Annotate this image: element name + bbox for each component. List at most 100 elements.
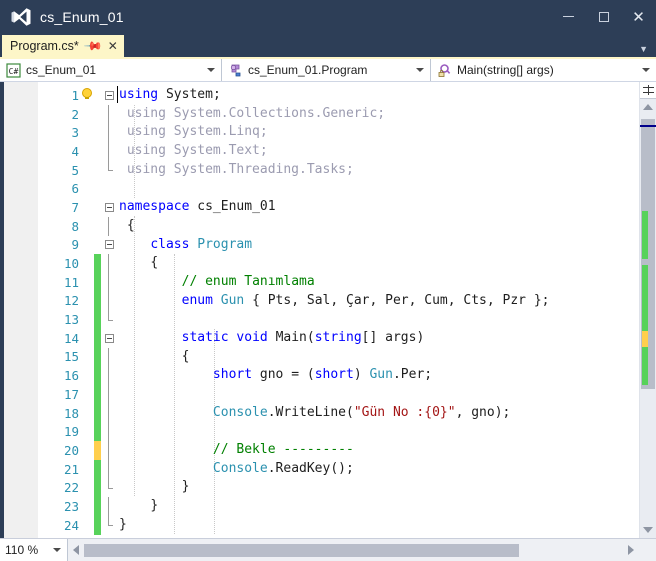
scroll-left-icon[interactable] <box>68 545 84 555</box>
member-dropdown[interactable]: Main(string[] args) <box>431 59 656 81</box>
code-line[interactable]: 11 // enum Tanımlama <box>38 272 639 292</box>
fold-margin <box>101 441 117 460</box>
close-icon[interactable]: ✕ <box>621 0 656 33</box>
code-text[interactable]: using System.Collections.Generic; <box>117 105 639 124</box>
tab-program-cs[interactable]: Program.cs* 📌 ✕ <box>2 35 124 57</box>
code-text[interactable]: { <box>117 254 639 273</box>
code-line[interactable]: 21 Console.ReadKey(); <box>38 459 639 479</box>
fold-toggle[interactable] <box>101 86 117 105</box>
text-caret <box>117 86 118 103</box>
chevron-down-icon[interactable] <box>53 548 61 552</box>
change-bar <box>94 422 101 442</box>
code-text[interactable]: // Bekle --------- <box>117 441 639 460</box>
code-line[interactable]: 16 short gno = (short) Gun.Per; <box>38 366 639 385</box>
code-line[interactable]: 3 using System.Linq; <box>38 123 639 143</box>
visual-studio-window: cs_Enum_01 ✕ Program.cs* 📌 ✕ ▼ C# cs_Enu… <box>0 0 656 561</box>
code-text[interactable]: Console.WriteLine("Gün No :{0}", gno); <box>117 404 639 423</box>
window-title: cs_Enum_01 <box>40 8 124 25</box>
code-surface[interactable]: 1 using System; 2 using System.Collections… <box>4 82 639 538</box>
change-bar <box>94 385 101 404</box>
code-line[interactable]: 24} <box>38 515 639 535</box>
code-line[interactable]: 7 namespace cs_Enum_01 <box>38 198 639 217</box>
code-line[interactable]: 12 enum Gun { Pts, Sal, Çar, Per, Cum, C… <box>38 291 639 311</box>
pin-icon[interactable]: 📌 <box>83 36 103 56</box>
chevron-down-icon[interactable] <box>642 68 650 72</box>
code-text[interactable]: { <box>117 217 639 236</box>
code-line[interactable]: 6 <box>38 179 639 198</box>
code-line[interactable]: 15 { <box>38 347 639 367</box>
line-number: 9 <box>71 237 79 253</box>
fold-toggle[interactable] <box>101 198 117 217</box>
horizontal-scrollbar[interactable] <box>68 539 639 561</box>
fold-margin <box>101 403 117 423</box>
tab-label: Program.cs* <box>10 39 79 53</box>
code-text[interactable]: } <box>117 516 639 535</box>
code-text[interactable]: // enum Tanımlama <box>117 273 639 292</box>
line-number: 21 <box>63 461 79 477</box>
code-line[interactable]: 1 using System; <box>38 86 639 105</box>
split-view-icon[interactable] <box>640 82 656 99</box>
code-text[interactable]: class Program <box>117 236 639 255</box>
code-line[interactable]: 9 class Program <box>38 236 639 255</box>
scroll-down-icon[interactable] <box>640 522 656 538</box>
code-text[interactable]: enum Gun { Pts, Sal, Çar, Per, Cum, Cts,… <box>117 292 639 311</box>
fold-margin <box>101 160 117 180</box>
glyph-margin[interactable] <box>4 82 38 538</box>
type-dropdown-label: cs_Enum_01.Program <box>248 63 368 77</box>
change-bar <box>94 441 101 460</box>
fold-toggle[interactable] <box>101 329 117 348</box>
code-line[interactable]: 13 <box>38 310 639 329</box>
code-lines[interactable]: 1 using System; 2 using System.Collections… <box>38 82 639 538</box>
code-line[interactable]: 18 Console.WriteLine("Gün No :{0}", gno)… <box>38 403 639 423</box>
chevron-down-icon[interactable] <box>207 68 215 72</box>
code-text[interactable]: using System.Text; <box>117 142 639 161</box>
zoom-level-dropdown[interactable]: 110 % <box>0 539 68 561</box>
project-dropdown[interactable]: C# cs_Enum_01 <box>0 59 222 81</box>
scroll-right-icon[interactable] <box>623 545 639 555</box>
window-controls: ✕ <box>551 0 656 33</box>
code-line[interactable]: 10 { <box>38 254 639 273</box>
code-text[interactable]: { <box>117 348 639 367</box>
code-text[interactable]: static void Main(string[] args) <box>117 329 639 348</box>
line-number: 22 <box>63 480 79 496</box>
code-line[interactable]: 14 static void Main(string[] args) <box>38 328 639 348</box>
code-text[interactable]: short gno = (short) Gun.Per; <box>117 366 639 385</box>
change-bar <box>94 179 101 198</box>
change-bar <box>94 366 101 385</box>
code-line[interactable]: 5 using System.Threading.Tasks; <box>38 160 639 180</box>
code-text[interactable]: } <box>117 497 639 516</box>
code-line[interactable]: 17 <box>38 385 639 404</box>
chevron-down-icon[interactable]: ▼ <box>639 45 648 54</box>
line-number: 6 <box>71 181 79 197</box>
code-text[interactable]: using System; <box>117 86 639 105</box>
code-line[interactable]: 22 } <box>38 478 639 498</box>
code-line[interactable]: 19 <box>38 422 639 442</box>
code-text[interactable]: using System.Threading.Tasks; <box>117 161 639 180</box>
line-number: 12 <box>63 293 79 309</box>
close-icon[interactable]: ✕ <box>108 40 118 52</box>
code-text[interactable]: namespace cs_Enum_01 <box>117 198 639 217</box>
code-text[interactable]: } <box>117 478 639 497</box>
horizontal-scrollbar-track[interactable] <box>84 542 623 558</box>
code-line[interactable]: 8 { <box>38 216 639 236</box>
fold-margin <box>101 478 117 497</box>
type-dropdown[interactable]: cs_Enum_01.Program <box>222 59 431 81</box>
code-text[interactable]: Console.ReadKey(); <box>117 460 639 479</box>
horizontal-scrollbar-thumb[interactable] <box>84 543 519 557</box>
change-bar <box>94 515 101 535</box>
code-line[interactable]: 2 using System.Collections.Generic; <box>38 104 639 124</box>
fold-margin <box>101 104 117 124</box>
scroll-up-icon[interactable] <box>640 99 656 115</box>
fold-toggle[interactable] <box>101 236 117 255</box>
scrollbar-track[interactable] <box>640 115 656 522</box>
vertical-scrollbar[interactable] <box>639 82 656 538</box>
code-line[interactable]: 23 } <box>38 497 639 516</box>
chevron-down-icon[interactable] <box>416 68 424 72</box>
lightbulb-icon[interactable] <box>80 87 94 103</box>
code-line[interactable]: 20 // Bekle --------- <box>38 441 639 460</box>
code-line[interactable]: 4 using System.Text; <box>38 142 639 161</box>
maximize-icon[interactable] <box>586 0 621 33</box>
fold-margin <box>101 385 117 404</box>
code-text[interactable]: using System.Linq; <box>117 123 639 142</box>
minimize-icon[interactable] <box>551 0 586 33</box>
